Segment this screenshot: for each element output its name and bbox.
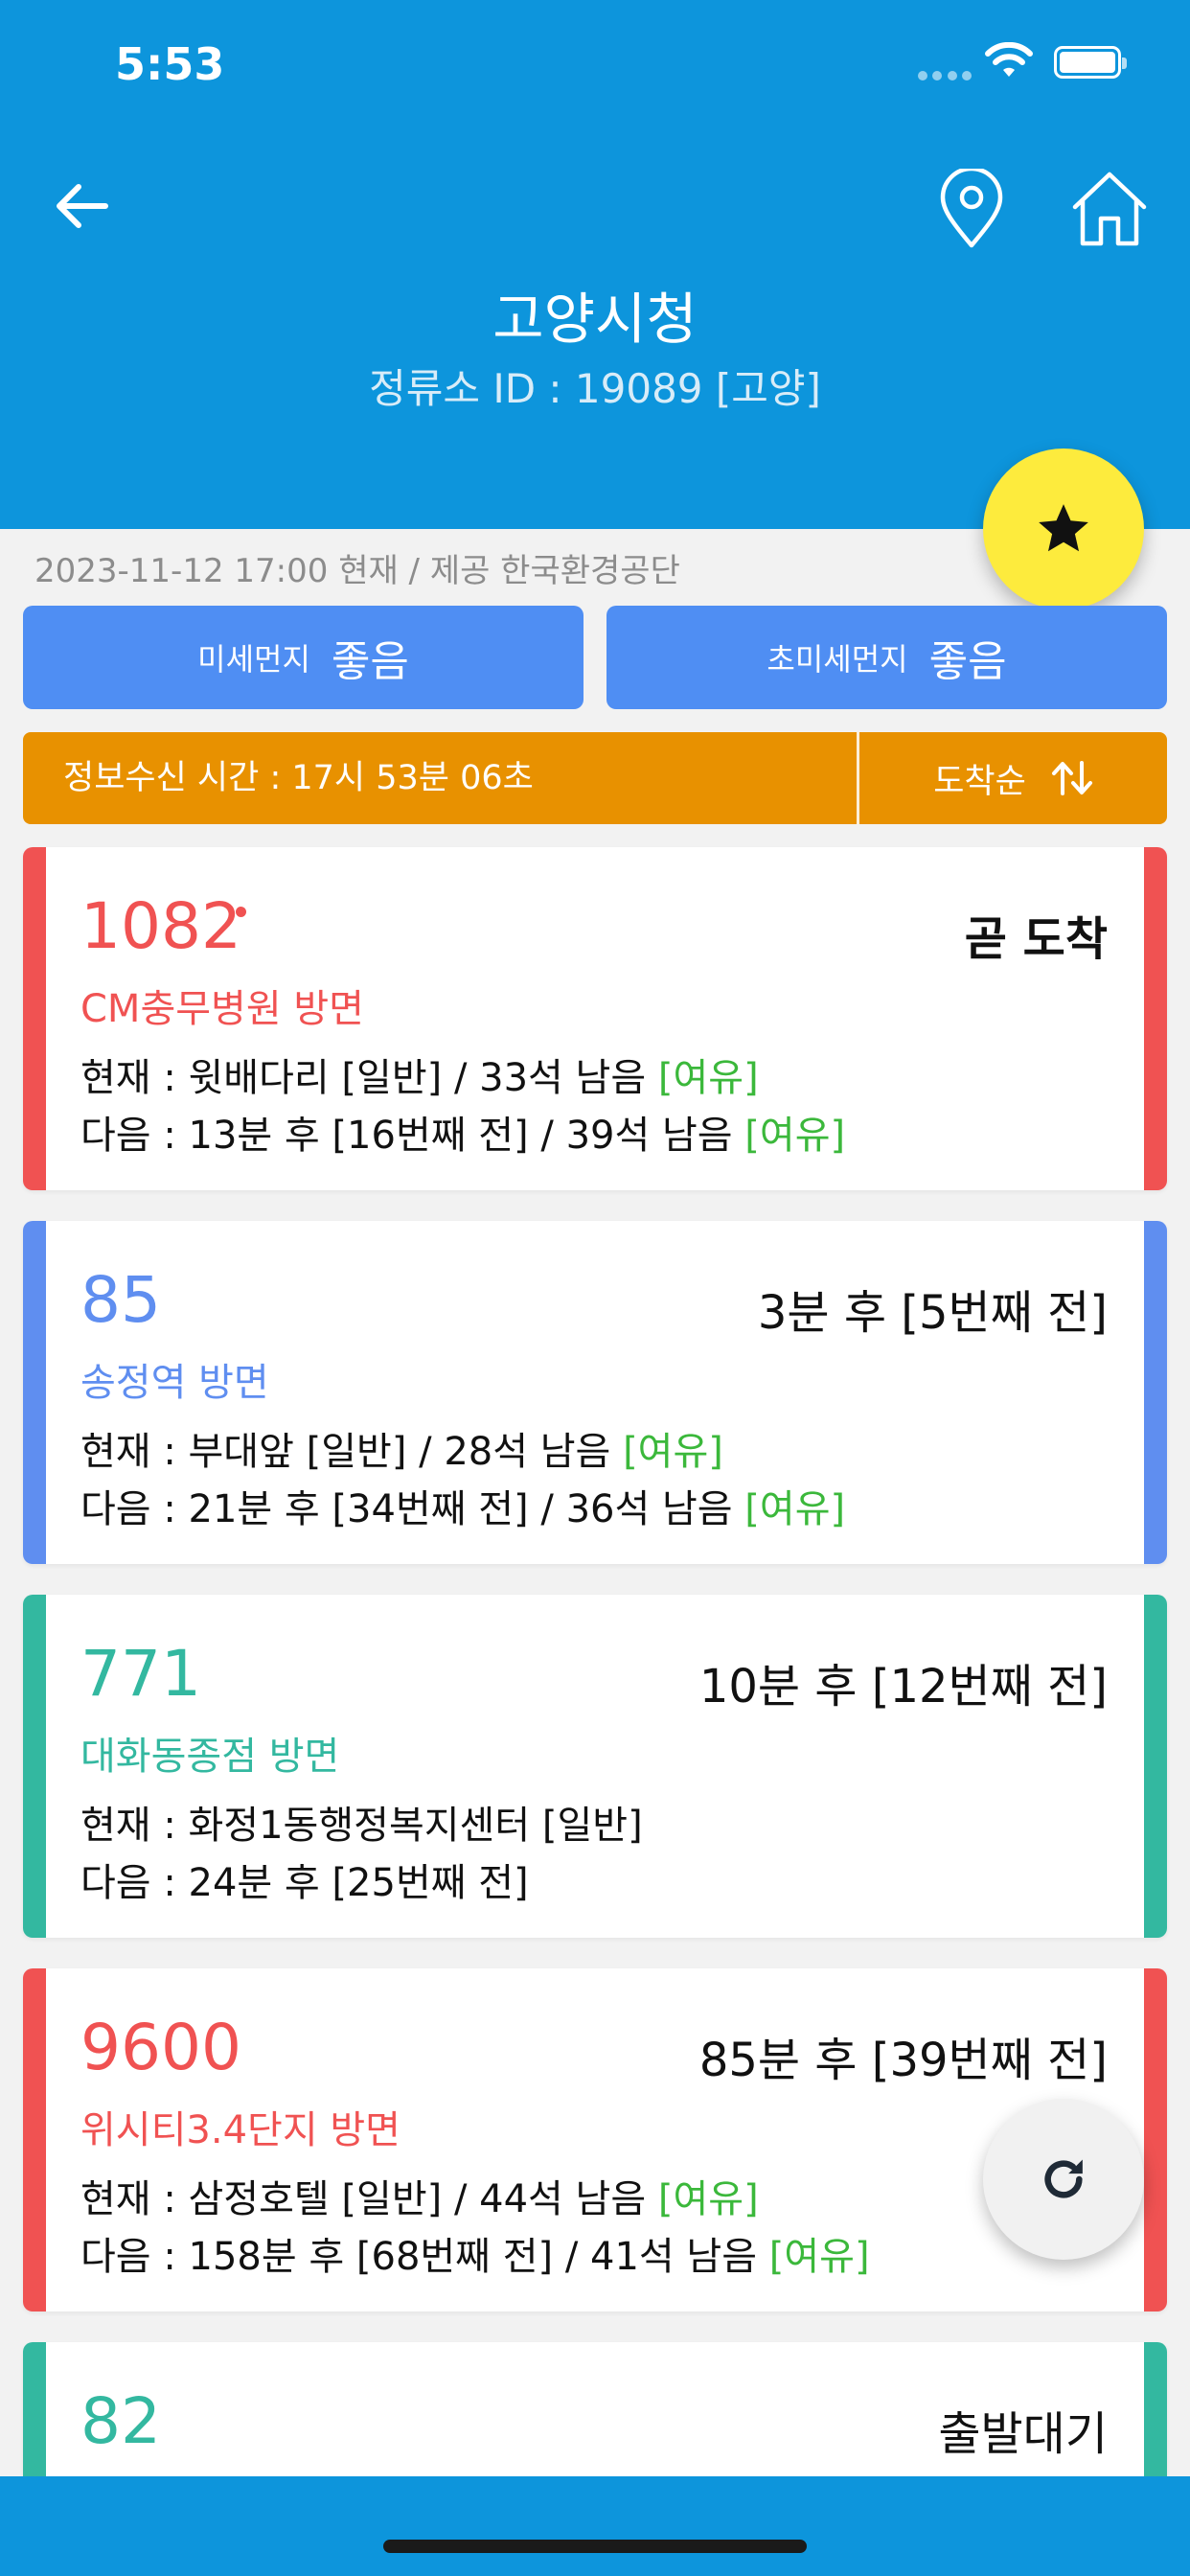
home-icon[interactable] (1069, 169, 1150, 249)
pm25-button[interactable]: 초미세먼지 좋음 (606, 606, 1167, 709)
current-bus-info: 현재 : 화정1동행정복지센터 [일반] (80, 1804, 643, 1848)
eta: 출발대기 (938, 2407, 1108, 2461)
status-time: 5:53 (115, 38, 225, 90)
eta: 10분 후 [12번째 전] (698, 1660, 1108, 1714)
next-text: 다음 : 158분 후 [68번째 전] / 41석 남음 (80, 2235, 769, 2279)
signal-icon (918, 71, 972, 80)
pm10-button[interactable]: 미세먼지 좋음 (23, 606, 584, 709)
pm25-value: 좋음 (928, 637, 1007, 686)
next-bus-info: 다음 : 24분 후 [25번째 전] (80, 1861, 529, 1905)
current-text: 현재 : 부대앞 [일반] / 28석 남음 (80, 1430, 624, 1474)
direction: 송정역 방면 (80, 1361, 269, 1405)
route-number: 85 (80, 1263, 161, 1337)
next-bus-info: 다음 : 21분 후 [34번째 전] / 36석 남음 [여유] (80, 1478, 845, 1533)
header: 5:53 고양시청 정류소 ID : 19089 [고양] (0, 0, 1190, 529)
stop-title: 고양시청 (492, 287, 698, 352)
bus-card-771[interactable]: 771 10분 후 [12번째 전] 대화동종점 방면 현재 : 화정1동행정복… (23, 1595, 1167, 1938)
card-color-bar (23, 1968, 46, 2312)
info-bar: 정보수신 시간 : 17시 53분 06초 도착순 (23, 732, 1167, 824)
direction: 위시티3.4단지 방면 (80, 2108, 400, 2152)
next-text: 다음 : 21분 후 [34번째 전] / 36석 남음 (80, 1487, 745, 1531)
refresh-button[interactable] (983, 2099, 1144, 2260)
current-bus-info: 현재 : 삼정호텔 [일반] / 44석 남음 [여유] (80, 2168, 759, 2223)
card-color-bar (1144, 1968, 1167, 2312)
pm25-label: 초미세먼지 (767, 641, 908, 678)
battery-icon (1054, 46, 1127, 79)
bottom-bar (0, 2476, 1190, 2576)
seat-status: [여유] (768, 2235, 870, 2279)
eta: 곧 도착 (964, 912, 1108, 966)
next-text: 다음 : 13분 후 [16번째 전] / 39석 남음 (80, 1114, 745, 1158)
seat-status: [여유] (657, 2177, 759, 2221)
next-bus-info: 다음 : 13분 후 [16번째 전] / 39석 남음 [여유] (80, 1104, 845, 1160)
route-number: 1082 (80, 889, 241, 963)
star-icon (1039, 504, 1088, 552)
route-number: 771 (80, 1637, 201, 1711)
direction: 대화동종점 방면 (80, 1735, 340, 1779)
current-text: 현재 : 삼정호텔 [일반] / 44석 남음 (80, 2177, 658, 2221)
eta: 3분 후 [5번째 전] (757, 1286, 1108, 1340)
route-number: 9600 (80, 2011, 241, 2084)
received-time: 정보수신 시간 : 17시 53분 06초 (63, 759, 534, 797)
sort-button[interactable]: 도착순 (859, 732, 1167, 824)
route-number: 82 (80, 2384, 161, 2458)
pm10-label: 미세먼지 (197, 641, 310, 678)
arrow-left-icon[interactable] (48, 172, 115, 240)
card-color-bar (1144, 1595, 1167, 1938)
refresh-icon (1044, 2159, 1083, 2198)
stop-id: 정류소 ID : 19089 [고양] (369, 365, 821, 412)
map-pin-icon[interactable] (935, 169, 1008, 249)
wifi-icon (985, 42, 1033, 77)
current-text: 현재 : 윗배다리 [일반] / 33석 남음 (80, 1056, 658, 1100)
seat-status: [여유] (744, 1487, 846, 1531)
sort-label: 도착순 (933, 762, 1026, 801)
sort-arrows-icon (1051, 761, 1092, 795)
card-color-bar (23, 1595, 46, 1938)
pm10-value: 좋음 (331, 637, 409, 686)
card-color-bar (23, 847, 46, 1190)
bus-card-1082[interactable]: 1082 곧 도착 CM충무병원 방면 현재 : 윗배다리 [일반] / 33석… (23, 847, 1167, 1190)
bus-card-85[interactable]: 85 3분 후 [5번째 전] 송정역 방면 현재 : 부대앞 [일반] / 2… (23, 1221, 1167, 1564)
direction: CM충무병원 방면 (80, 987, 364, 1031)
current-bus-info: 현재 : 윗배다리 [일반] / 33석 남음 [여유] (80, 1046, 759, 1102)
status-icons (883, 42, 1190, 84)
home-indicator[interactable] (383, 2540, 807, 2553)
eta: 85분 후 [39번째 전] (698, 2034, 1108, 2087)
favorite-button[interactable] (983, 448, 1144, 610)
current-bus-info: 현재 : 부대앞 [일반] / 28석 남음 [여유] (80, 1420, 723, 1476)
card-color-bar (23, 1221, 46, 1564)
seat-status: [여유] (623, 1430, 723, 1474)
card-color-bar (1144, 847, 1167, 1190)
seat-status: [여유] (744, 1114, 846, 1158)
next-bus-info: 다음 : 158분 후 [68번째 전] / 41석 남음 [여유] (80, 2225, 870, 2281)
card-color-bar (1144, 1221, 1167, 1564)
seat-status: [여유] (657, 1056, 759, 1100)
new-indicator-dot (236, 907, 246, 917)
air-quality-update-info: 2023-11-12 17:00 현재 / 제공 한국환경공단 (34, 552, 680, 590)
